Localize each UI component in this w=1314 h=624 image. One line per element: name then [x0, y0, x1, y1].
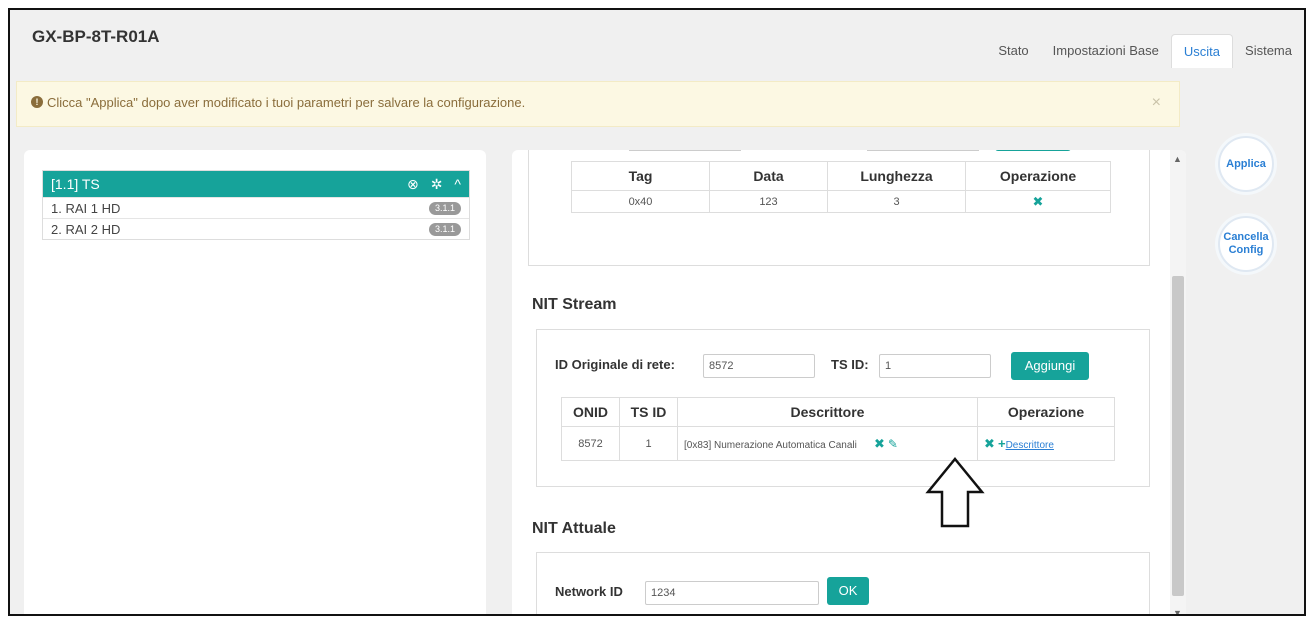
- chevron-up-icon[interactable]: ^: [454, 171, 461, 197]
- tsid-input[interactable]: 1: [879, 354, 991, 378]
- cell-tsid: 1: [619, 426, 678, 461]
- onid-label: ID Originale di rete:: [555, 357, 675, 372]
- top-bar: GX-BP-8T-R01A Stato Impostazioni Base Us…: [10, 10, 1304, 70]
- tab-sistema[interactable]: Sistema: [1233, 34, 1304, 68]
- service-name: 2. RAI 2 HD: [51, 222, 121, 237]
- close-icon[interactable]: ×: [1152, 94, 1161, 112]
- descriptor-section: Tag Data Lunghezza Operazione 0x40 123 3…: [528, 150, 1150, 266]
- service-badge: 3.1.1: [428, 223, 461, 236]
- descriptor-table: Tag Data Lunghezza Operazione 0x40 123 3…: [571, 161, 1111, 213]
- clear-config-button[interactable]: Cancella Config: [1218, 216, 1274, 272]
- delete-icon[interactable]: ✖: [1033, 194, 1044, 209]
- col-tag: Tag: [571, 161, 710, 191]
- tab-stato[interactable]: Stato: [986, 34, 1040, 68]
- ts-header-label: [1.1] TS: [51, 176, 100, 192]
- delete-icon[interactable]: ✖: [984, 436, 995, 451]
- cell-tag: 0x40: [571, 190, 710, 213]
- apply-label: Applica: [1226, 157, 1266, 170]
- nit-stream-table: ONID TS ID Descrittore Operazione 8572 1…: [561, 397, 1115, 461]
- ts-panel: [1.1] TS ⊗ ✲ ^ 1. RAI 1 HD 3.1.1 2. RAI …: [24, 150, 486, 614]
- tab-uscita[interactable]: Uscita: [1170, 34, 1234, 68]
- cell-operation: ✖ +Descrittore: [977, 426, 1115, 461]
- col-descriptor: Descrittore: [677, 397, 978, 427]
- apply-button[interactable]: Applica: [1218, 136, 1274, 192]
- service-item[interactable]: 2. RAI 2 HD 3.1.1: [43, 218, 469, 239]
- main-nav: Stato Impostazioni Base Uscita Sistema: [986, 34, 1304, 68]
- cell-data: 123: [709, 190, 828, 213]
- scroll-thumb[interactable]: [1172, 276, 1184, 596]
- nit-actual-title: NIT Attuale: [532, 520, 616, 537]
- info-icon: !: [31, 96, 43, 108]
- col-onid: ONID: [561, 397, 620, 427]
- gear-icon[interactable]: ✲: [431, 171, 443, 197]
- app-title: GX-BP-8T-R01A: [32, 27, 160, 46]
- nit-actual-section: Network ID 1234 OK: [536, 552, 1150, 614]
- ok-button[interactable]: OK: [827, 577, 869, 605]
- scrollbar[interactable]: ▲ ▼: [1170, 150, 1186, 614]
- clear-label-line2: Config: [1228, 244, 1264, 256]
- add-button[interactable]: Aggiungi: [1011, 352, 1089, 380]
- tsid-label: TS ID:: [831, 357, 869, 372]
- nit-stream-section: ID Originale di rete: 8572 TS ID: 1 Aggi…: [536, 329, 1150, 487]
- up-arrow-annotation: [925, 457, 985, 528]
- cell-length: 3: [827, 190, 966, 213]
- tab-impostazioni-base[interactable]: Impostazioni Base: [1041, 34, 1171, 68]
- delete-descriptor-icon[interactable]: ✖: [874, 436, 885, 451]
- alert-message: Clicca "Applica" dopo aver modificato i …: [47, 95, 526, 110]
- plus-icon[interactable]: +: [998, 436, 1006, 451]
- table-row: 0x40 123 3 ✖: [571, 190, 1111, 213]
- info-alert: ! Clicca "Applica" dopo aver modificato …: [16, 81, 1180, 127]
- clear-config-label: Cancella Config: [1223, 231, 1268, 257]
- add-descriptor-link[interactable]: Descrittore: [1006, 440, 1054, 451]
- network-id-input[interactable]: 1234: [645, 581, 819, 605]
- app-window: GX-BP-8T-R01A Stato Impostazioni Base Us…: [8, 8, 1306, 616]
- scroll-up-icon[interactable]: ▲: [1173, 154, 1182, 164]
- network-id-label: Network ID: [555, 584, 623, 599]
- clear-label-line1: Cancella: [1223, 231, 1269, 243]
- cell-onid: 8572: [561, 426, 620, 461]
- partial-add-button[interactable]: [995, 150, 1071, 151]
- onid-input[interactable]: 8572: [703, 354, 815, 378]
- descriptor-text: [0x83] Numerazione Automatica Canali: [684, 439, 857, 451]
- col-operation: Operazione: [965, 161, 1111, 191]
- service-name: 1. RAI 1 HD: [51, 201, 121, 216]
- edit-icon[interactable]: ✎: [888, 437, 898, 451]
- col-tsid: TS ID: [619, 397, 678, 427]
- output-config-panel: Tag Data Lunghezza Operazione 0x40 123 3…: [512, 150, 1186, 614]
- service-item[interactable]: 1. RAI 1 HD 3.1.1: [43, 197, 469, 218]
- scroll-down-icon[interactable]: ▼: [1173, 608, 1182, 614]
- partial-input[interactable]: [629, 150, 741, 151]
- remove-circle-icon[interactable]: ⊗: [407, 171, 419, 197]
- ts-list: [1.1] TS ⊗ ✲ ^ 1. RAI 1 HD 3.1.1 2. RAI …: [42, 170, 470, 240]
- partial-input[interactable]: [867, 150, 979, 151]
- col-operation: Operazione: [977, 397, 1115, 427]
- col-data: Data: [709, 161, 828, 191]
- service-badge: 3.1.1: [428, 202, 461, 215]
- col-length: Lunghezza: [827, 161, 966, 191]
- table-row: 8572 1 [0x83] Numerazione Automatica Can…: [561, 426, 1115, 461]
- ts-header[interactable]: [1.1] TS ⊗ ✲ ^: [43, 171, 469, 197]
- nit-stream-title: NIT Stream: [532, 296, 617, 313]
